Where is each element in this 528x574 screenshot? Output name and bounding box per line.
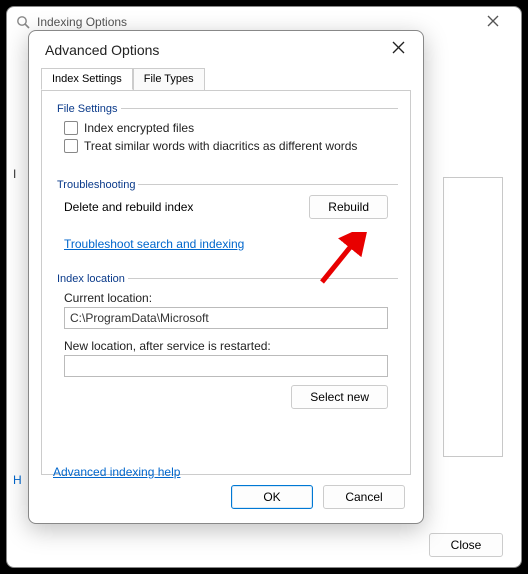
advanced-indexing-help-link[interactable]: Advanced indexing help [53, 465, 180, 479]
outer-truncated-help[interactable]: H [13, 473, 22, 487]
index-location-heading: Index location [54, 273, 128, 285]
checkbox-icon[interactable] [64, 139, 78, 153]
new-location-label: New location, after service is restarted… [64, 339, 388, 353]
index-location-group: Index location Current location: New loc… [54, 271, 398, 415]
inner-titlebar: Advanced Options [29, 31, 423, 65]
tab-index-settings[interactable]: Index Settings [41, 68, 133, 90]
advanced-options-dialog: Advanced Options Index Settings File Typ… [28, 30, 424, 524]
troubleshoot-link[interactable]: Troubleshoot search and indexing [64, 237, 244, 251]
new-location-field[interactable] [64, 355, 388, 377]
inner-window-title: Advanced Options [45, 42, 386, 58]
select-new-button[interactable]: Select new [291, 385, 388, 409]
diacritics-row[interactable]: Treat similar words with diacritics as d… [64, 139, 388, 153]
cancel-button[interactable]: Cancel [323, 485, 405, 509]
outer-truncated-label: I [13, 167, 16, 181]
troubleshooting-heading: Troubleshooting [54, 179, 138, 191]
delete-rebuild-label: Delete and rebuild index [64, 200, 193, 214]
current-location-field[interactable] [64, 307, 388, 329]
close-icon[interactable] [386, 39, 411, 61]
file-settings-heading: File Settings [54, 103, 121, 115]
troubleshooting-group: Troubleshooting Delete and rebuild index… [54, 177, 398, 257]
magnifier-icon [15, 14, 31, 30]
index-encrypted-row[interactable]: Index encrypted files [64, 121, 388, 135]
outer-close-button[interactable] [473, 14, 513, 30]
diacritics-label: Treat similar words with diacritics as d… [84, 139, 357, 153]
ok-button[interactable]: OK [231, 485, 313, 509]
index-encrypted-label: Index encrypted files [84, 121, 194, 135]
outer-window-title: Indexing Options [37, 15, 473, 29]
inner-footer: OK Cancel [29, 475, 423, 523]
checkbox-icon[interactable] [64, 121, 78, 135]
tab-panel-index-settings: File Settings Index encrypted files Trea… [41, 90, 411, 475]
outer-footer: Close [429, 533, 503, 557]
current-location-label: Current location: [64, 291, 388, 305]
outer-list-panel [443, 177, 503, 457]
tab-file-types[interactable]: File Types [133, 68, 205, 90]
rebuild-button[interactable]: Rebuild [309, 195, 388, 219]
file-settings-group: File Settings Index encrypted files Trea… [54, 101, 398, 163]
tabstrip: Index Settings File Types [29, 67, 423, 90]
outer-close-footer-button[interactable]: Close [429, 533, 503, 557]
